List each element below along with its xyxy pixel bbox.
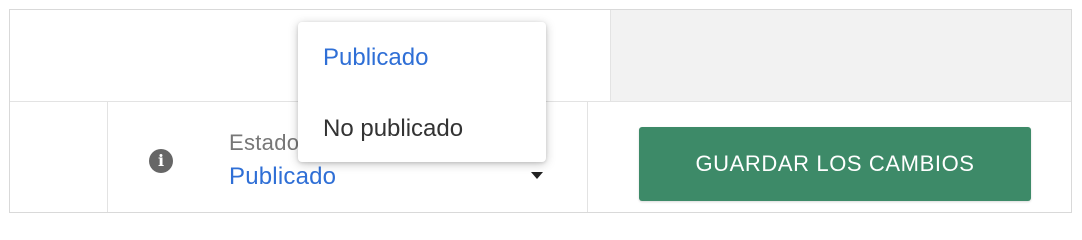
status-selected-value[interactable]: Publicado	[229, 163, 336, 191]
info-icon[interactable]: i	[149, 149, 173, 173]
header-cell-shaded	[610, 10, 1071, 102]
row-spacer-cell	[10, 102, 108, 212]
save-changes-button[interactable]: GUARDAR LOS CAMBIOS	[639, 127, 1031, 201]
status-dropdown-menu: Publicado No publicado	[298, 22, 546, 162]
dropdown-option-published[interactable]: Publicado	[323, 44, 428, 72]
caret-down-icon[interactable]	[531, 172, 543, 179]
dropdown-option-unpublished[interactable]: No publicado	[323, 115, 463, 143]
status-label: Estado	[229, 130, 300, 155]
